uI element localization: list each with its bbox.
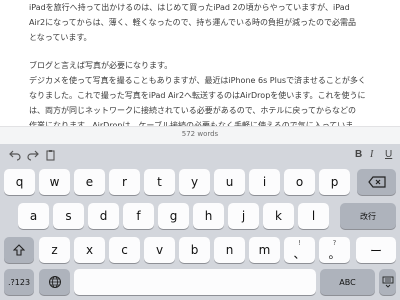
key-p[interactable]: p xyxy=(319,169,350,195)
shift-arrow-icon[interactable] xyxy=(4,237,34,263)
backspace-icon[interactable] xyxy=(357,169,396,195)
key-main-char: 。 xyxy=(328,246,341,261)
key-n[interactable]: n xyxy=(214,237,245,263)
key-e[interactable]: e xyxy=(74,169,105,195)
key-w[interactable]: w xyxy=(39,169,70,195)
shortcut-bar: B I U xyxy=(0,144,400,166)
return-key[interactable]: 改行 xyxy=(340,203,396,229)
key-f[interactable]: f xyxy=(123,203,154,229)
underline-button[interactable]: U xyxy=(385,149,392,161)
word-count: 572 words xyxy=(181,130,219,138)
key-j[interactable]: j xyxy=(228,203,259,229)
key-b[interactable]: b xyxy=(179,237,210,263)
key-i[interactable]: i xyxy=(249,169,280,195)
word-count-bar: 572 words xyxy=(0,126,400,144)
key-period[interactable]: ? 。 xyxy=(319,237,350,263)
key-g[interactable]: g xyxy=(158,203,189,229)
key-u[interactable]: u xyxy=(214,169,245,195)
key-s[interactable]: s xyxy=(53,203,84,229)
text-line: iPadを旅行へ持って出かけるのは、はじめて買ったiPad 2の頃からやっていま… xyxy=(29,3,350,12)
key-m[interactable]: m xyxy=(249,237,280,263)
undo-icon[interactable] xyxy=(9,149,21,165)
key-t[interactable]: t xyxy=(144,169,175,195)
text-line: デジカメを使って写真を撮ることもありますが、最近はiPhone 6s Plusで… xyxy=(29,76,366,85)
document-editor[interactable]: iPadを旅行へ持って出かけるのは、はじめて買ったiPad 2の頃からやっていま… xyxy=(0,0,400,126)
key-r[interactable]: r xyxy=(109,169,140,195)
redo-icon[interactable] xyxy=(27,149,39,165)
key-a[interactable]: a xyxy=(18,203,49,229)
keyboard-hide-icon[interactable] xyxy=(379,269,396,295)
key-alt-char: ! xyxy=(298,239,301,247)
key-c[interactable]: c xyxy=(109,237,140,263)
key-main-char: 、 xyxy=(293,246,306,261)
key-o[interactable]: o xyxy=(284,169,315,195)
globe-icon[interactable] xyxy=(39,269,70,295)
text-line: なりました。これで撮った写真をiPad Air2へ転送するのはAirDropを使… xyxy=(29,91,366,100)
paste-icon[interactable] xyxy=(45,149,57,165)
key-comma[interactable]: ! 、 xyxy=(284,237,315,263)
key-q[interactable]: q xyxy=(4,169,35,195)
key-x[interactable]: x xyxy=(74,237,105,263)
key-alt-char: ? xyxy=(332,239,337,247)
key-v[interactable]: v xyxy=(144,237,175,263)
text-line: は、両方が同じネットワークに接続されている必要があるので、ホテルに戻ってからなど… xyxy=(29,106,357,115)
key-l[interactable]: l xyxy=(298,203,329,229)
text-line: となっています。 xyxy=(29,33,92,42)
key-y[interactable]: y xyxy=(179,169,210,195)
key-dash[interactable]: ー xyxy=(356,237,396,263)
key-h[interactable]: h xyxy=(193,203,224,229)
italic-button[interactable]: I xyxy=(370,149,373,161)
key-d[interactable]: d xyxy=(88,203,119,229)
keyboard: q w e r t y u i o p a s d f g h j k l 改行… xyxy=(0,166,400,300)
text-line: Air2になってからは、薄く、軽くなったので、持ち運んでいる時の負担が減ったので… xyxy=(29,18,356,27)
paragraph-2: ブログと言えば写真が必要になります。 デジカメを使って写真を撮ることもありますが… xyxy=(29,58,366,126)
text-line: 作業になります。AirDropは、ケーブル接続の必要もなく手軽に使えるので気に入… xyxy=(29,121,354,126)
key-z[interactable]: z xyxy=(39,237,70,263)
text-line: ブログと言えば写真が必要になります。 xyxy=(29,61,173,70)
key-k[interactable]: k xyxy=(263,203,294,229)
space-bar[interactable] xyxy=(74,269,316,295)
numbers-key[interactable]: .?123 xyxy=(4,269,34,295)
paragraph-1: iPadを旅行へ持って出かけるのは、はじめて買ったiPad 2の頃からやっていま… xyxy=(29,0,356,45)
abc-key[interactable]: ABC xyxy=(320,269,375,295)
bold-button[interactable]: B xyxy=(355,149,362,161)
